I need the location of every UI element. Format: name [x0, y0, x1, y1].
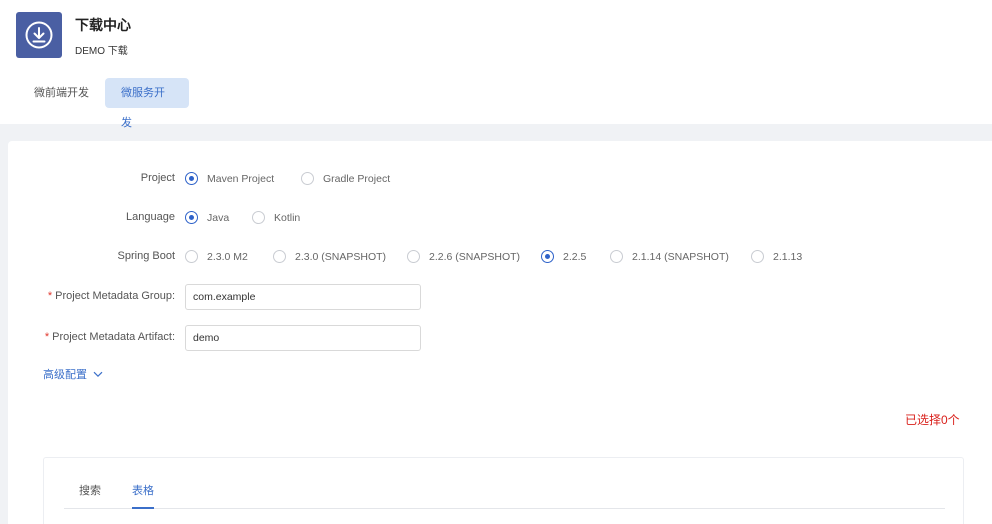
radio-label: 2.3.0 M2: [207, 250, 248, 263]
radio-dot[interactable]: [185, 211, 198, 224]
group-label-text: Project Metadata Group:: [55, 290, 175, 302]
radio-label: Gradle Project: [323, 172, 391, 185]
chevron-down-icon: [93, 371, 103, 377]
radio-226-snapshot[interactable]: 2.2.6 (SNAPSHOT): [407, 250, 520, 263]
radio-dot[interactable]: [301, 172, 314, 185]
tab-divider: [64, 508, 945, 509]
tab-micro-service[interactable]: 微服务开发: [105, 78, 189, 129]
radio-230-snapshot[interactable]: 2.3.0 (SNAPSHOT): [273, 250, 386, 263]
radio-dot[interactable]: [751, 250, 764, 263]
active-tab-indicator: [132, 507, 154, 509]
radio-2114-snapshot[interactable]: 2.1.14 (SNAPSHOT): [610, 250, 729, 263]
radio-label: 2.1.14 (SNAPSHOT): [632, 250, 729, 263]
advanced-config-label: 高级配置: [43, 369, 87, 381]
radio-java[interactable]: Java: [185, 211, 229, 224]
radio-dot[interactable]: [252, 211, 265, 224]
radio-label: Kotlin: [274, 211, 301, 224]
radio-2113[interactable]: 2.1.13: [751, 250, 802, 263]
page-title: 下载中心: [75, 17, 131, 33]
radio-gradle-project[interactable]: Gradle Project: [301, 172, 390, 185]
artifact-label: * Project Metadata Artifact:: [8, 331, 175, 343]
radio-label: 2.1.13: [773, 250, 803, 263]
selected-count: 已选择0个: [905, 413, 960, 427]
group-label: * Project Metadata Group:: [8, 290, 175, 302]
result-panel: 搜索 表格: [43, 457, 964, 524]
tab-table[interactable]: 表格: [132, 482, 154, 498]
radio-kotlin[interactable]: Kotlin: [252, 211, 300, 224]
radio-label: 2.3.0 (SNAPSHOT): [295, 250, 387, 263]
group-input[interactable]: [185, 284, 421, 310]
radio-225[interactable]: 2.2.5: [541, 250, 586, 263]
radio-dot[interactable]: [610, 250, 623, 263]
page-subtitle: DEMO 下载: [75, 46, 128, 57]
project-label: Project: [140, 172, 175, 184]
radio-dot[interactable]: [273, 250, 286, 263]
radio-dot[interactable]: [541, 250, 554, 263]
page-header: 下载中心 DEMO 下载 微前端开发 微服务开发: [0, 0, 992, 129]
tab-micro-frontend[interactable]: 微前端开发: [18, 78, 105, 108]
tab-search[interactable]: 搜索: [79, 482, 101, 498]
radio-label: Maven Project: [207, 172, 275, 185]
radio-maven-project[interactable]: Maven Project: [185, 172, 274, 185]
radio-dot[interactable]: [407, 250, 420, 263]
radio-label: 2.2.5: [563, 250, 587, 263]
required-mark: *: [47, 290, 53, 302]
artifact-label-text: Project Metadata Artifact:: [52, 331, 175, 343]
form-card: Project Maven Project Gradle Project Lan…: [8, 141, 992, 524]
radio-230-m2[interactable]: 2.3.0 M2: [185, 250, 248, 263]
radio-dot[interactable]: [185, 172, 198, 185]
required-mark: *: [44, 331, 50, 343]
radio-label: 2.2.6 (SNAPSHOT): [429, 250, 521, 263]
download-circle-icon: [16, 12, 62, 58]
radio-label: Java: [207, 211, 230, 224]
artifact-input[interactable]: [185, 325, 421, 351]
advanced-config-toggle[interactable]: 高级配置: [43, 366, 103, 382]
spring-boot-label: Spring Boot: [117, 250, 175, 262]
language-label: Language: [126, 211, 175, 223]
radio-dot[interactable]: [185, 250, 198, 263]
